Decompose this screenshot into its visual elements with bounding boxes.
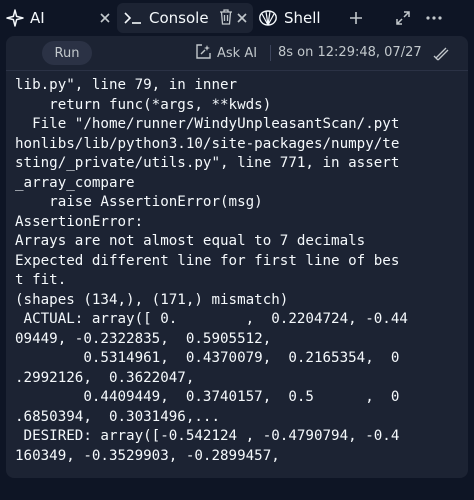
close-icon[interactable]	[233, 9, 251, 27]
tab-label: Shell	[284, 9, 321, 27]
console-line: sting/_private/utils.py", line 771, in a…	[15, 155, 400, 171]
tab-shell[interactable]: Shell	[258, 3, 338, 33]
console-line: 0.4409449, 0.3740157, 0.5 , 0	[15, 389, 400, 405]
tab-label: AI	[30, 9, 45, 27]
console-line: 160349, -0.3529903, -0.2899457,	[15, 447, 280, 464]
tab-label: Console	[149, 9, 209, 27]
console-output: lib.py", line 79, in inner return func(*…	[15, 76, 465, 466]
ask-ai-button[interactable]: Ask AI	[196, 43, 257, 63]
tab-ai[interactable]: AI	[6, 3, 116, 33]
console-toolbar: Run Ask AI 8s on 12:29:48, 07/27	[6, 36, 468, 71]
console-line: 0.5314961, 0.4370079, 0.2165354, 0	[15, 350, 400, 366]
more-icon[interactable]	[421, 6, 447, 30]
console-line: _array_compare	[15, 174, 135, 191]
console-line: Expected different line for first line o…	[15, 252, 400, 269]
console-line: t fit.	[15, 272, 67, 288]
run-button[interactable]: Run	[42, 41, 92, 65]
console-line: 09449, -0.2322835, 0.5905512,	[15, 330, 272, 347]
console-line: AssertionError:	[15, 213, 144, 230]
run-timestamp: 8s on 12:29:48, 07/27	[278, 45, 422, 60]
clear-console-icon[interactable]	[430, 42, 452, 64]
console-line: .2992126, 0.3622047,	[15, 369, 195, 386]
console-line: honlibs/lib/python3.10/site-packages/num…	[15, 135, 400, 152]
terminal-prompt-icon	[123, 10, 143, 26]
console-line: (shapes (134,), (171,) mismatch)	[15, 291, 289, 308]
toolbar-divider	[270, 45, 271, 61]
console-line: Arrays are not almost equal to 7 decimal…	[15, 233, 366, 249]
shell-icon	[258, 9, 278, 27]
console-line: DESIRED: array([-0.542124 , -0.4790794, …	[15, 428, 400, 444]
console-line: ACTUAL: array([ 0. , 0.2204724, -0.44	[15, 311, 408, 327]
console-line: File "/home/runner/WindyUnpleasantScan/.…	[15, 116, 400, 132]
plus-icon[interactable]	[343, 6, 369, 30]
console-line: lib.py", line 79, in inner	[15, 77, 238, 93]
close-icon[interactable]	[96, 9, 114, 27]
ask-ai-icon	[196, 43, 211, 63]
tab-console[interactable]: Console	[117, 3, 253, 33]
console-line: return func(*args, **kwds)	[15, 96, 272, 113]
tab-bar: AI Console Shell	[0, 0, 474, 36]
console-line: raise AssertionError(msg)	[15, 194, 263, 210]
trash-icon[interactable]	[219, 9, 233, 29]
ask-ai-label: Ask AI	[217, 45, 258, 61]
expand-icon[interactable]	[390, 6, 416, 30]
sparkle-icon	[6, 9, 24, 27]
bottom-strip	[0, 478, 474, 500]
console-line: .6850394, 0.3031496,...	[15, 408, 220, 425]
console-panel: Run Ask AI 8s on 12:29:48, 07/27 lib.py"…	[6, 36, 468, 478]
